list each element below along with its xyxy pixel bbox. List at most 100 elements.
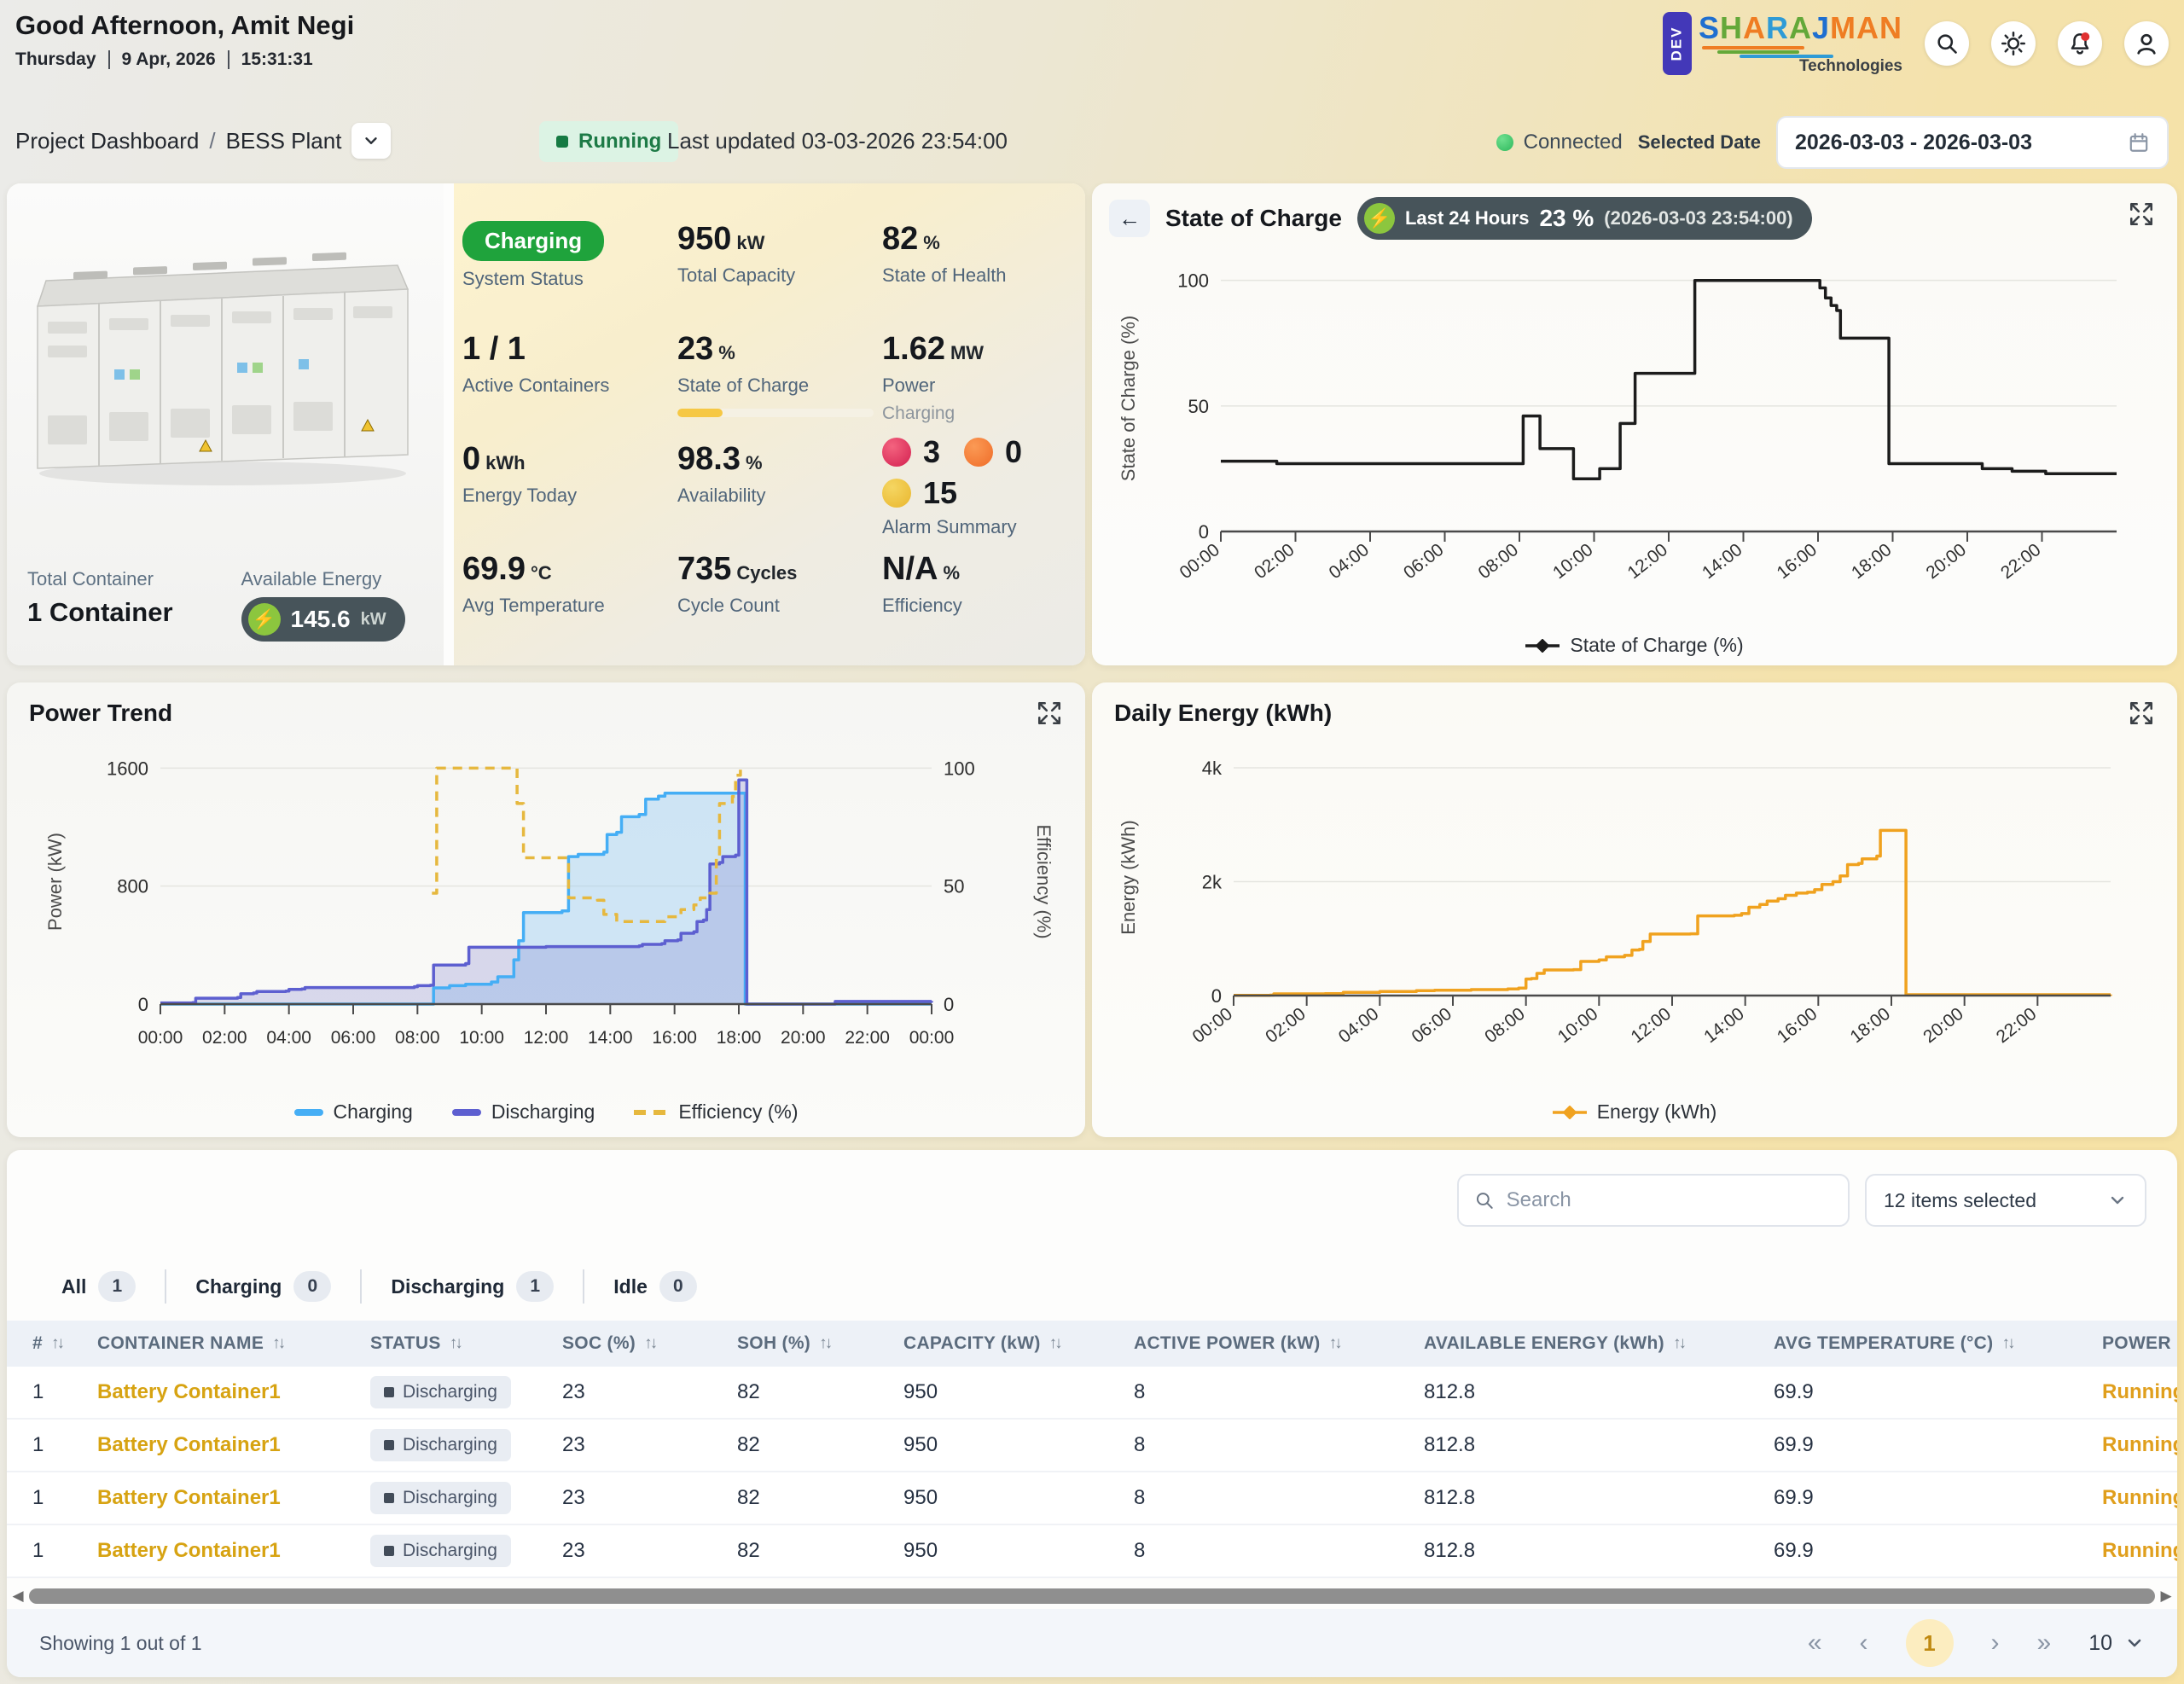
svg-text:06:00: 06:00 <box>331 1028 376 1048</box>
column-header[interactable]: SOC (%)↑↓ <box>557 1321 732 1367</box>
column-header[interactable]: CONTAINER NAME↑↓ <box>92 1321 365 1367</box>
expand-button[interactable] <box>2128 200 2157 229</box>
table-cell: 1 <box>7 1472 92 1525</box>
stat-availability: 98.3% Availability <box>677 434 882 544</box>
column-header[interactable]: CAPACITY (kW)↑↓ <box>898 1321 1129 1367</box>
container-name-link[interactable]: Battery Container1 <box>97 1380 281 1404</box>
table-cell: 812.8 <box>1419 1420 1769 1472</box>
svg-text:1600: 1600 <box>107 758 148 779</box>
tab-idle[interactable]: Idle0 <box>584 1268 726 1305</box>
svg-text:18:00: 18:00 <box>1848 540 1896 583</box>
scroll-right-arrow[interactable]: ▶ <box>2155 1588 2177 1605</box>
back-button[interactable]: ← <box>1109 200 1150 237</box>
sun-icon <box>2001 31 2026 56</box>
page-size-select[interactable]: 10 <box>2088 1631 2145 1656</box>
sort-icon[interactable]: ↑↓ <box>272 1334 283 1353</box>
daily-energy-legend: Energy (kWh) <box>1092 1100 2177 1124</box>
container-image-pane: Total Container 1 Container Available En… <box>7 183 444 665</box>
date-range-picker[interactable]: 2026-03-03 - 2026-03-03 <box>1776 116 2169 169</box>
last-page-button[interactable]: » <box>2037 1629 2052 1658</box>
svg-text:0: 0 <box>1199 521 1209 543</box>
column-header[interactable]: SOH (%)↑↓ <box>732 1321 898 1367</box>
power-trend-legend: ChargingDischargingEfficiency (%) <box>7 1100 1085 1124</box>
search-button[interactable] <box>1925 21 1969 66</box>
columns-filter-dropdown[interactable]: 12 items selected <box>1865 1174 2146 1227</box>
running-status-badge: Running <box>539 121 678 162</box>
sort-icon[interactable]: ↑↓ <box>1329 1334 1340 1353</box>
breadcrumb-project-dashboard[interactable]: Project Dashboard <box>15 128 199 154</box>
sort-icon[interactable]: ↑↓ <box>1673 1334 1684 1353</box>
power-status-link: Running <box>2102 1486 2177 1510</box>
search-input[interactable] <box>1507 1188 1833 1212</box>
column-header[interactable]: AVG TEMPERATURE (°C)↑↓ <box>1769 1321 2097 1367</box>
table-cell[interactable]: Battery Container1 <box>92 1367 365 1420</box>
scroll-left-arrow[interactable]: ◀ <box>7 1588 29 1605</box>
container-name-link[interactable]: Battery Container1 <box>97 1433 281 1457</box>
sort-icon[interactable]: ↑↓ <box>819 1334 830 1353</box>
column-header[interactable]: POWER↑↓ <box>2097 1321 2177 1367</box>
tab-charging[interactable]: Charging0 <box>166 1268 360 1305</box>
plant-selector-button[interactable] <box>351 123 391 159</box>
svg-text:04:00: 04:00 <box>1325 540 1373 583</box>
sort-icon[interactable]: ↑↓ <box>450 1334 461 1353</box>
table-cell[interactable]: Battery Container1 <box>92 1472 365 1525</box>
tab-discharging[interactable]: Discharging1 <box>362 1268 583 1305</box>
sort-icon[interactable]: ↑↓ <box>1049 1334 1060 1353</box>
expand-button[interactable] <box>1036 700 1065 729</box>
profile-button[interactable] <box>2124 21 2169 66</box>
svg-text:00:00: 00:00 <box>909 1028 955 1048</box>
legend-marker <box>452 1106 481 1119</box>
critical-alarm-dot <box>882 438 911 467</box>
prev-page-button[interactable]: ‹ <box>1860 1629 1868 1658</box>
legend-item: State of Charge (%) <box>1525 634 1743 657</box>
legend-item: Energy (kWh) <box>1553 1100 1717 1124</box>
tab-all[interactable]: All1 <box>32 1268 165 1305</box>
theme-toggle-button[interactable] <box>1991 21 2036 66</box>
svg-text:02:00: 02:00 <box>1251 540 1298 583</box>
power-mode-sublabel: Charging <box>882 404 1094 424</box>
next-page-button[interactable]: › <box>1991 1629 2000 1658</box>
column-header[interactable]: AVAILABLE ENERGY (kWh)↑↓ <box>1419 1321 1769 1367</box>
table-cell[interactable]: Battery Container1 <box>92 1420 365 1472</box>
svg-text:Efficiency (%): Efficiency (%) <box>1033 824 1054 938</box>
system-status-badge: Charging <box>462 221 604 261</box>
column-header[interactable]: ACTIVE POWER (kW)↑↓ <box>1129 1321 1419 1367</box>
showing-count-text: Showing 1 out of 1 <box>39 1632 202 1655</box>
svg-text:0: 0 <box>1211 985 1222 1007</box>
sort-icon[interactable]: ↑↓ <box>51 1334 62 1353</box>
company-logo[interactable]: DEV SHARAJMAN Technologies <box>1663 12 1902 75</box>
scrollbar-thumb[interactable] <box>29 1588 2155 1604</box>
svg-text:State of Charge (%): State of Charge (%) <box>1118 316 1139 481</box>
major-alarm-dot <box>964 438 993 467</box>
status-square-icon <box>384 1493 394 1503</box>
notifications-button[interactable] <box>2058 21 2102 66</box>
sort-icon[interactable]: ↑↓ <box>2001 1334 2013 1353</box>
total-container-stat: Total Container 1 Container <box>27 568 173 642</box>
table-cell: Running <box>2097 1420 2177 1472</box>
first-page-button[interactable]: « <box>1808 1629 1822 1658</box>
container-name-link[interactable]: Battery Container1 <box>97 1539 281 1563</box>
svg-text:14:00: 14:00 <box>1699 540 1746 583</box>
breadcrumb-bess-plant[interactable]: BESS Plant <box>226 128 342 154</box>
svg-text:04:00: 04:00 <box>266 1028 311 1048</box>
sort-icon[interactable]: ↑↓ <box>644 1334 655 1353</box>
column-header[interactable]: STATUS↑↓ <box>365 1321 557 1367</box>
current-page-button[interactable]: 1 <box>1906 1619 1954 1667</box>
svg-text:12:00: 12:00 <box>1623 540 1671 583</box>
svg-text:20:00: 20:00 <box>781 1028 826 1048</box>
power-trend-title: Power Trend <box>29 700 172 727</box>
soc-chart-legend: State of Charge (%) <box>1092 634 2177 657</box>
legend-item: Efficiency (%) <box>634 1100 798 1124</box>
svg-text:10:00: 10:00 <box>1549 540 1597 583</box>
table-cell: 8 <box>1129 1525 1419 1578</box>
available-energy-stat: Available Energy ⚡ 145.6 kW <box>241 568 405 642</box>
column-header[interactable]: #↑↓ <box>7 1321 92 1367</box>
back-arrow-icon: ← <box>1118 206 1141 232</box>
table-cell[interactable]: Battery Container1 <box>92 1525 365 1578</box>
expand-button[interactable] <box>2128 700 2157 729</box>
connected-dot-icon <box>1496 134 1513 151</box>
svg-text:02:00: 02:00 <box>1262 1004 1310 1047</box>
legend-item: Charging <box>294 1100 413 1124</box>
daily-energy-panel: Daily Energy (kWh) 00:0002:0004:0006:000… <box>1092 682 2177 1137</box>
container-name-link[interactable]: Battery Container1 <box>97 1486 281 1510</box>
